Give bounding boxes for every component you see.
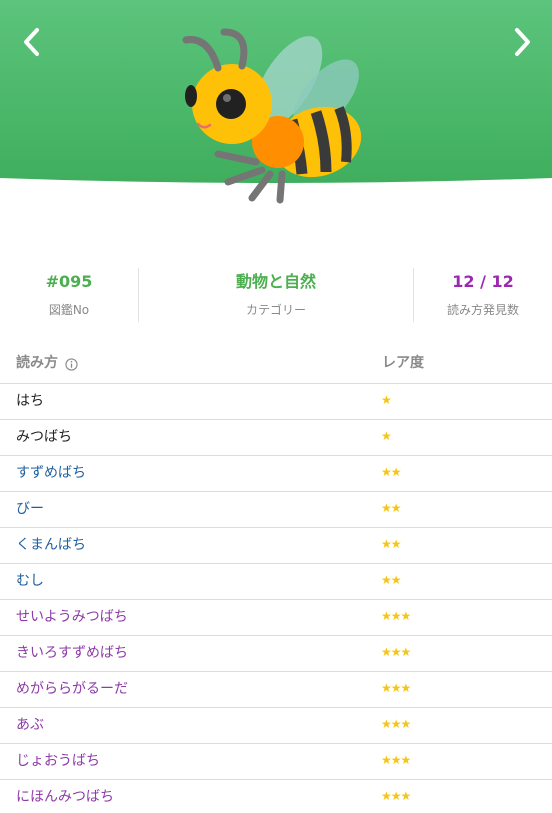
stats-bar: #095 図鑑No 動物と自然 カテゴリー 12 / 12 読み方発見数 [0, 268, 552, 322]
reading-name: くまんばち [16, 537, 86, 553]
prev-button[interactable] [12, 22, 52, 62]
table-row[interactable]: きいろすずめばち ★★★ [0, 636, 552, 672]
reading-name: むし [16, 573, 44, 589]
table-row[interactable]: にほんみつばち ★★★ [0, 780, 552, 813]
stat-dex-number: #095 図鑑No [0, 268, 138, 322]
rarity-stars: ★ [381, 429, 392, 443]
reading-name: めがららがるーだ [16, 681, 128, 697]
dex-number-label: 図鑑No [48, 303, 90, 317]
chevron-right-icon [515, 28, 530, 56]
table-row[interactable]: じょおうばち ★★★ [0, 744, 552, 780]
column-header-yomi: 読み方 [16, 353, 78, 373]
table-row[interactable]: びー ★★ [0, 492, 552, 528]
chevron-left-icon [24, 28, 39, 56]
rarity-stars: ★★ [381, 537, 401, 551]
table-row[interactable]: むし ★★ [0, 564, 552, 600]
reading-name: にほんみつばち [16, 789, 114, 805]
reading-name: じょおうばち [16, 753, 100, 769]
reading-name: はち [16, 393, 44, 409]
table-row[interactable]: あぶ ★★★ [0, 708, 552, 744]
discovered-value: 12 / 12 [452, 272, 514, 291]
rarity-stars: ★★ [381, 573, 401, 587]
table-row[interactable]: くまんばち ★★ [0, 528, 552, 564]
yomi-header-label: 読み方 [16, 355, 58, 371]
category-label: カテゴリー [245, 303, 306, 317]
reading-name: せいようみつばち [16, 609, 128, 625]
header [0, 0, 552, 240]
table-row[interactable]: みつばち ★ [0, 420, 552, 456]
stat-discovered: 12 / 12 読み方発見数 [414, 268, 552, 322]
table-row[interactable]: めがららがるーだ ★★★ [0, 672, 552, 708]
info-icon[interactable] [65, 358, 78, 371]
rarity-stars: ★★★ [381, 789, 411, 803]
reading-name: きいろすずめばち [16, 645, 128, 661]
column-header-rarity: レア度 [382, 355, 424, 371]
rarity-stars: ★★ [381, 501, 401, 515]
table-header: 読み方 レア度 [0, 347, 552, 384]
rarity-stars: ★★ [381, 465, 401, 479]
rarity-stars: ★★★ [381, 645, 411, 659]
reading-name: すずめばち [16, 465, 86, 481]
category-value: 動物と自然 [235, 272, 316, 291]
reading-list: はち ★ みつばち ★ すずめばち ★★ びー ★★ くまんばち ★★ むし ★★ せいようみつばち ★★… [0, 384, 552, 813]
discovered-label: 読み方発見数 [446, 303, 519, 317]
rarity-stars: ★★★ [381, 681, 411, 695]
table-row[interactable]: せいようみつばち ★★★ [0, 600, 552, 636]
table-row[interactable]: すずめばち ★★ [0, 456, 552, 492]
rarity-stars: ★ [381, 393, 392, 407]
reading-name: びー [16, 501, 44, 517]
reading-name: あぶ [16, 717, 44, 733]
reading-name: みつばち [16, 429, 72, 445]
stat-category: 動物と自然 カテゴリー [138, 268, 414, 322]
dex-number-value: #095 [45, 272, 93, 291]
rarity-stars: ★★★ [381, 609, 411, 623]
bee-icon [182, 28, 362, 204]
rarity-stars: ★★★ [381, 717, 411, 731]
next-button[interactable] [502, 22, 542, 62]
table-row[interactable]: はち ★ [0, 384, 552, 420]
rarity-stars: ★★★ [381, 753, 411, 767]
